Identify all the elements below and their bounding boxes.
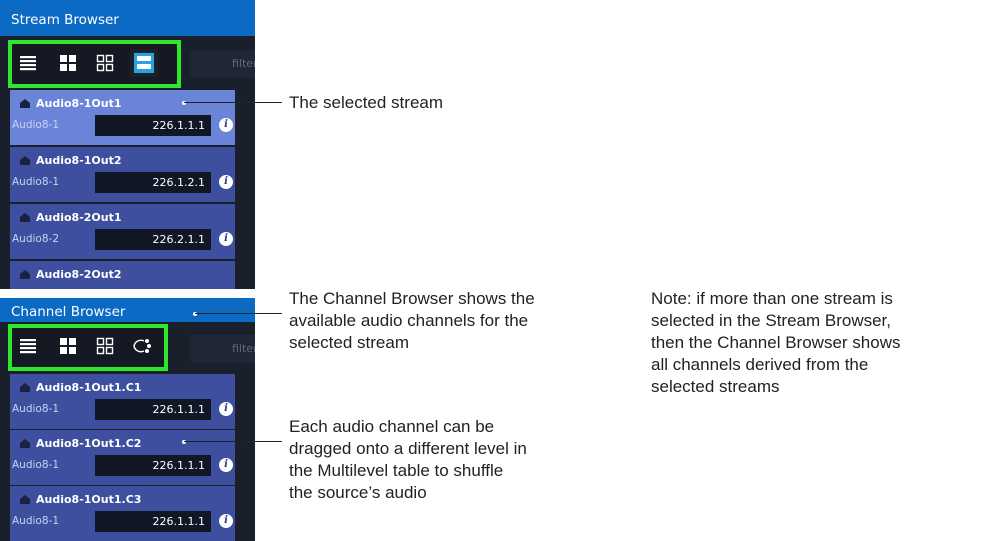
channel-browser-panel: Channel Browser filter Audio8-1Out1.C1 A… [0, 298, 255, 541]
annotation-line: Note: if more than one stream is [651, 289, 893, 308]
stream-list: Audio8-1Out1 Audio8-1 226.1.1.1 i Audio8… [0, 90, 255, 289]
channel-filter-input[interactable] [190, 335, 255, 363]
annotation-line: selected streams [651, 377, 780, 396]
stream-card-title: Audio8-1Out1 [20, 97, 122, 110]
channel-list: Audio8-1Out1.C1 Audio8-1 226.1.1.1 i Aud… [0, 374, 255, 541]
stream-card[interactable]: Audio8-1Out1 Audio8-1 226.1.1.1 i [10, 90, 235, 145]
channel-address: 226.1.1.1 [95, 511, 211, 532]
info-icon[interactable]: i [219, 232, 233, 246]
large-tiles-icon[interactable] [57, 335, 79, 357]
large-tiles-icon[interactable] [57, 52, 79, 74]
stream-icon [20, 213, 30, 222]
stream-card-title: Audio8-1Out2 [20, 154, 122, 167]
channel-card[interactable]: Audio8-1Out1.C3 Audio8-1 226.1.1.1 i [10, 486, 235, 541]
info-icon[interactable]: i [219, 514, 233, 528]
stream-address: 226.2.1.1 [95, 229, 211, 250]
channel-address: 226.1.1.1 [95, 399, 211, 420]
small-tiles-icon[interactable] [94, 335, 116, 357]
channel-browser-title: Channel Browser [0, 298, 255, 322]
stream-icon [20, 270, 30, 279]
stream-card-title: Audio8-2Out1 [20, 211, 122, 224]
stream-format: Audio8-2 [12, 233, 59, 245]
stream-name: Audio8-2Out2 [36, 268, 122, 281]
channel-name: Audio8-1Out1.C3 [36, 493, 142, 506]
channel-card-title: Audio8-1Out1.C1 [20, 381, 141, 394]
stream-card[interactable]: Audio8-1Out2 Audio8-1 226.1.2.1 i [10, 147, 235, 202]
stream-browser-panel: Stream Browser filter Audio8-1Out1 Audio… [0, 0, 255, 289]
annotation-text: The selected stream [289, 93, 444, 112]
stream-card[interactable]: Audio8-2Out2 [10, 261, 235, 289]
annotation-selected-stream: The selected stream [289, 92, 443, 114]
info-icon[interactable]: i [219, 458, 233, 472]
annotation-line: then the Channel Browser shows [651, 333, 901, 352]
annotation-line: all channels derived from the [651, 355, 869, 374]
stream-format: Audio8-1 [12, 176, 59, 188]
channel-card[interactable]: Audio8-1Out1.C1 Audio8-1 226.1.1.1 i [10, 374, 235, 429]
stream-card-title: Audio8-2Out2 [20, 268, 122, 281]
stream-format: Audio8-1 [12, 119, 59, 131]
info-icon[interactable]: i [219, 118, 233, 132]
stream-address: 226.1.1.1 [95, 115, 211, 136]
channel-format: Audio8-1 [12, 403, 59, 415]
annotation-channel-browser: The Channel Browser shows the available … [289, 288, 535, 354]
channel-address: 226.1.1.1 [95, 455, 211, 476]
stream-icon [20, 439, 30, 448]
stream-address: 226.1.2.1 [95, 172, 211, 193]
stream-name: Audio8-1Out1 [36, 97, 122, 110]
annotation-line: selected stream [289, 333, 409, 352]
channel-browser-toolbar [0, 322, 255, 372]
stream-icon [20, 383, 30, 392]
stream-browser-toolbar [0, 36, 255, 90]
annotation-line: The Channel Browser shows the [289, 289, 535, 308]
list-view-icon[interactable] [17, 52, 39, 74]
channel-format: Audio8-1 [12, 459, 59, 471]
list-view-icon[interactable] [17, 335, 39, 357]
channel-format: Audio8-1 [12, 515, 59, 527]
annotation-line: dragged onto a different level in [289, 439, 527, 458]
leader-line-channel-drag [184, 441, 282, 442]
annotation-line: the source’s audio [289, 483, 427, 502]
stream-name: Audio8-1Out2 [36, 154, 122, 167]
annotation-line: the Multilevel table to shuffle [289, 461, 504, 480]
annotation-line: selected in the Stream Browser, [651, 311, 892, 330]
channel-name: Audio8-1Out1.C2 [36, 437, 142, 450]
leader-line-selected-stream [184, 102, 282, 103]
leader-line-channel-browser [195, 313, 282, 314]
stream-icon [20, 495, 30, 504]
info-icon[interactable]: i [219, 402, 233, 416]
stream-view-icon[interactable] [130, 49, 158, 77]
annotation-channel-drag: Each audio channel can be dragged onto a… [289, 416, 527, 504]
channel-name: Audio8-1Out1.C1 [36, 381, 142, 394]
annotation-note: Note: if more than one stream is selecte… [651, 288, 900, 398]
annotation-line: Each audio channel can be [289, 417, 495, 436]
stream-name: Audio8-2Out1 [36, 211, 122, 224]
stream-icon [20, 156, 30, 165]
stream-card[interactable]: Audio8-2Out1 Audio8-2 226.2.1.1 i [10, 204, 235, 259]
audio-shuffle-icon[interactable] [131, 335, 153, 357]
channel-card-title: Audio8-1Out1.C3 [20, 493, 141, 506]
small-tiles-icon[interactable] [94, 52, 116, 74]
stream-browser-title: Stream Browser [0, 0, 255, 36]
channel-card[interactable]: Audio8-1Out1.C2 Audio8-1 226.1.1.1 i [10, 430, 235, 485]
info-icon[interactable]: i [219, 175, 233, 189]
channel-card-title: Audio8-1Out1.C2 [20, 437, 141, 450]
stream-filter-input[interactable] [190, 50, 255, 78]
stream-icon [20, 99, 30, 108]
annotation-line: available audio channels for the [289, 311, 529, 330]
